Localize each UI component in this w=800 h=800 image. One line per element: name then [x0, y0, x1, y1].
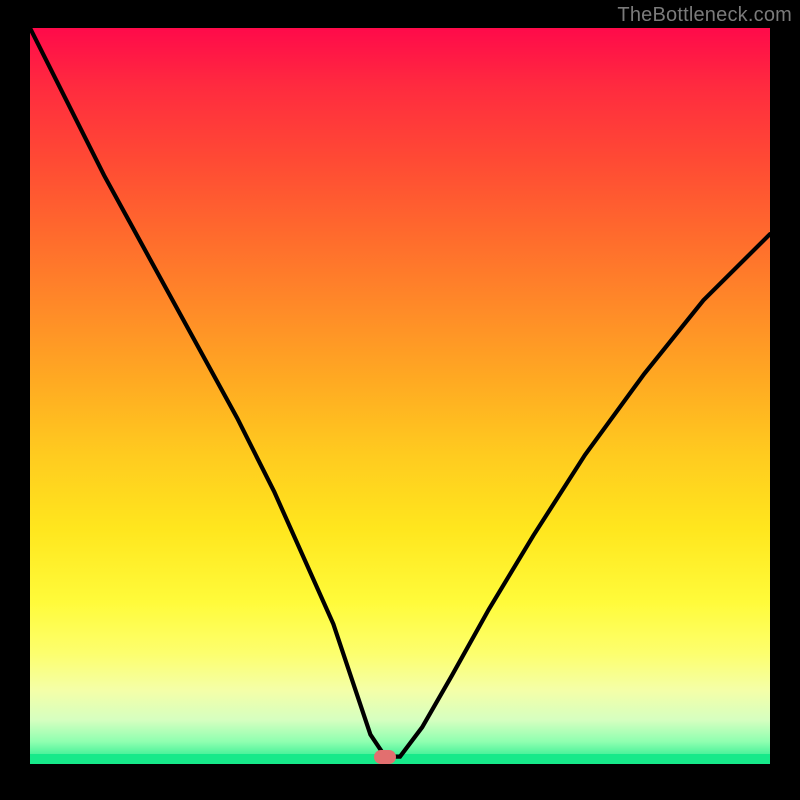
- chart-frame: TheBottleneck.com: [0, 0, 800, 800]
- chart-plot-area: [30, 28, 770, 764]
- optimal-point-marker: [374, 750, 396, 764]
- bottleneck-curve-path: [30, 28, 770, 757]
- watermark-text: TheBottleneck.com: [617, 4, 792, 27]
- chart-curve: [30, 28, 770, 764]
